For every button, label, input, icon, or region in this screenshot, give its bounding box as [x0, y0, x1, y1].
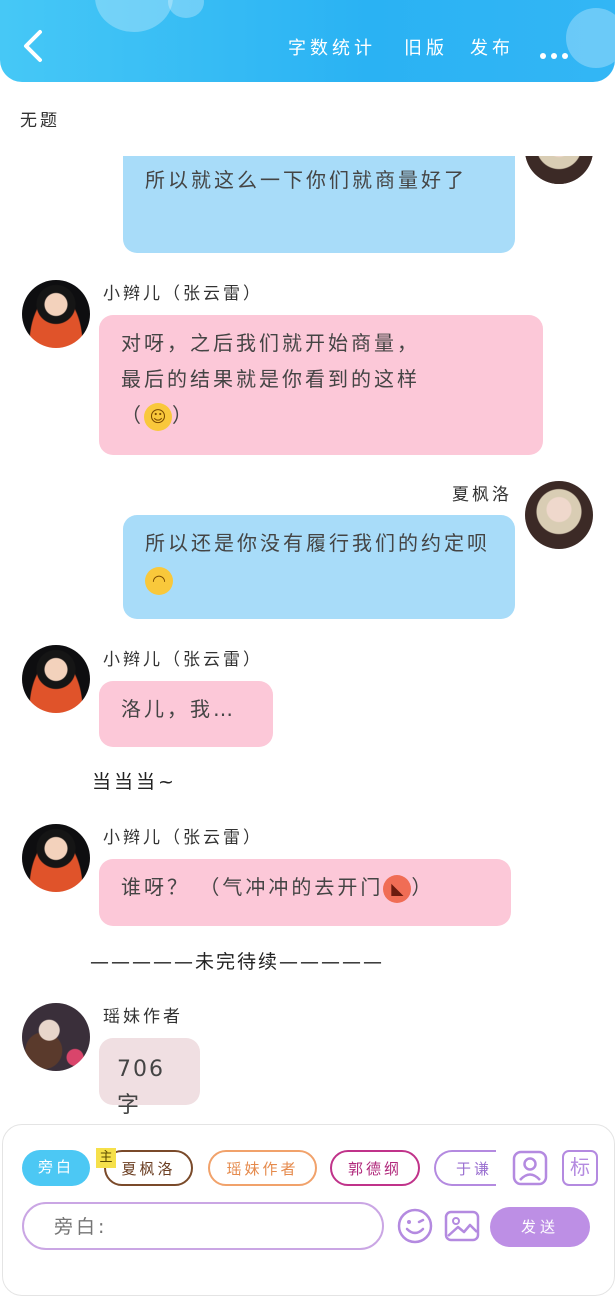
- more-dots-icon[interactable]: [540, 44, 576, 59]
- role-chip-author[interactable]: 瑶妹作者: [208, 1150, 317, 1186]
- message-bubble[interactable]: 谁呀？ （气冲冲的去开门 ◣）: [99, 859, 511, 926]
- word-count-button[interactable]: 字数统计: [288, 34, 376, 60]
- message-bubble[interactable]: 洛儿，我…: [99, 681, 273, 747]
- avatar[interactable]: [22, 645, 90, 713]
- document-title-label: 无题: [20, 111, 60, 131]
- chevron-left-icon: [24, 30, 42, 62]
- person-card-icon[interactable]: [512, 1150, 548, 1186]
- paren-close: ）: [172, 403, 195, 427]
- role-chip-yuqian[interactable]: 于谦: [434, 1150, 496, 1186]
- speaker-name: 小辫儿（张云雷）: [103, 828, 263, 848]
- narration-text[interactable]: —————未完待续—————: [90, 947, 384, 974]
- narration-text[interactable]: 当当当~: [92, 767, 177, 794]
- decor-bubble: [566, 8, 615, 68]
- top-bar: 字数统计 旧版 发布: [0, 0, 615, 82]
- paren-open: （: [121, 403, 144, 427]
- message-bubble[interactable]: 所以就这么一下你们就商量好了: [123, 156, 515, 253]
- message-text: 谁呀？ （气冲冲的去开门: [121, 875, 384, 899]
- message-text-end: ）: [411, 875, 435, 899]
- message-bubble[interactable]: 对呀，之后我们就开始商量， 最后的结果就是你看到的这样 （☺）: [99, 315, 543, 455]
- upside-down-face-emoji: ◠: [145, 566, 173, 595]
- main-role-badge: 主: [96, 1148, 116, 1168]
- avatar[interactable]: [22, 1003, 90, 1071]
- message-bubble[interactable]: 所以还是你没有履行我们的约定呗 ◠: [123, 515, 515, 619]
- send-button[interactable]: 发送: [490, 1207, 590, 1247]
- tag-button[interactable]: 标: [562, 1150, 598, 1186]
- message-line: （☺）: [121, 397, 521, 433]
- publish-button[interactable]: 发布: [470, 34, 514, 60]
- decor-bubble: [95, 0, 173, 32]
- sweat-smile-emoji: ☺: [144, 402, 172, 431]
- message-line: 对呀，之后我们就开始商量，: [121, 331, 420, 355]
- message-line: 最后的结果就是你看到的这样: [121, 367, 420, 391]
- back-button[interactable]: [18, 26, 48, 66]
- scroll-mask: 无题: [0, 111, 615, 156]
- message-input[interactable]: [52, 1204, 356, 1250]
- message-input-wrapper: [22, 1202, 384, 1250]
- message-clip: 所以就这么一下你们就商量好了: [0, 156, 615, 256]
- angry-face-emoji: ◣: [383, 874, 412, 903]
- role-chip-xiafengluo[interactable]: 夏枫洛: [104, 1150, 193, 1186]
- avatar[interactable]: [22, 824, 90, 892]
- speaker-name: 小辫儿（张云雷）: [103, 284, 263, 304]
- speaker-name: 瑶妹作者: [103, 1007, 183, 1027]
- word-count-bubble[interactable]: 706字: [99, 1038, 200, 1118]
- role-chip-narrator[interactable]: 旁白: [22, 1150, 90, 1186]
- image-icon[interactable]: [444, 1208, 480, 1244]
- speaker-name: 夏枫洛: [452, 485, 512, 505]
- smile-icon[interactable]: [397, 1208, 433, 1244]
- avatar[interactable]: [525, 481, 593, 549]
- old-version-button[interactable]: 旧版: [404, 34, 448, 60]
- avatar[interactable]: [22, 280, 90, 348]
- message-text: 所以还是你没有履行我们的约定呗: [145, 531, 490, 555]
- speaker-name: 小辫儿（张云雷）: [103, 650, 263, 670]
- decor-bubble: [168, 0, 204, 18]
- role-chip-guodegang[interactable]: 郭德纲: [330, 1150, 420, 1186]
